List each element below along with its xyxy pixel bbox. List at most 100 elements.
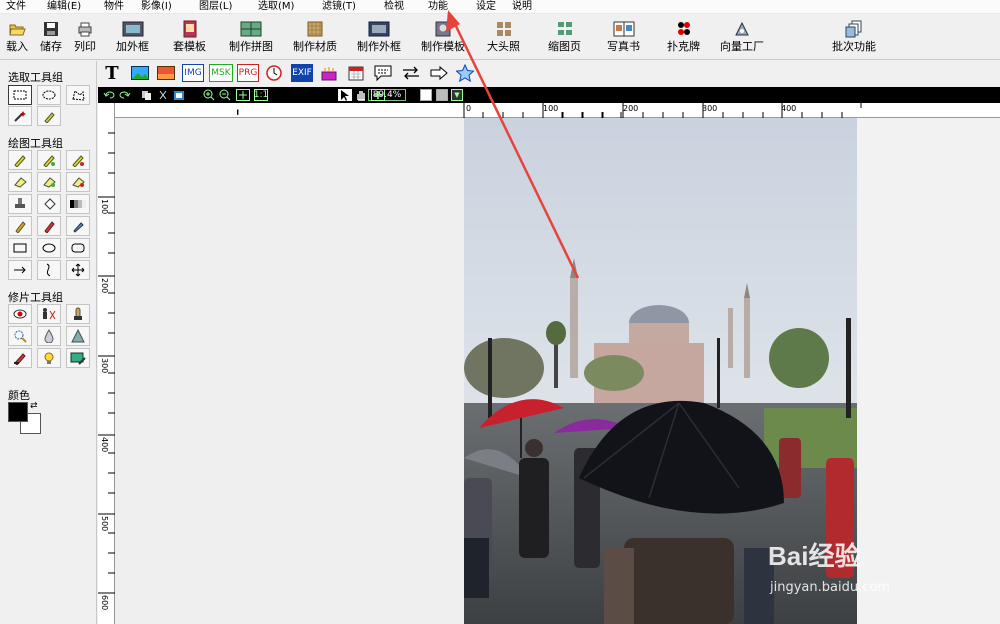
stamp-tool[interactable] [8,194,32,214]
menu-file[interactable]: 文件 [6,0,26,13]
blemish-tool[interactable] [8,326,32,346]
save-button[interactable]: 储存 [40,20,62,53]
redo-button[interactable] [118,89,132,101]
star-button[interactable] [455,64,477,82]
menu-edit[interactable]: 编辑(E) [47,0,81,13]
make-texture-button[interactable]: 制作材质 [293,20,337,53]
eraser-tool[interactable] [8,172,32,192]
fill-bucket-tool[interactable] [37,194,61,214]
pencil-tool[interactable] [8,216,32,236]
program-layer-button[interactable]: PRG [237,64,259,82]
background-dropdown-button[interactable]: ▼ [451,89,463,101]
ellipse-select-tool[interactable] [37,85,61,105]
background-eraser-icon [43,177,56,188]
image-canvas[interactable] [115,118,1000,624]
red-eye-tool[interactable] [8,304,32,324]
id-photo-button[interactable]: 大头照 [487,20,520,53]
cake-button[interactable] [318,64,340,82]
pointer-tool-button[interactable] [338,89,352,101]
move-tool[interactable] [66,260,90,280]
sharpen-triangle-icon [71,329,85,343]
add-frame-button[interactable]: 加外框 [116,20,149,53]
text-tool-button[interactable]: T [102,63,122,84]
eyedropper-tool[interactable] [66,216,90,236]
line-tool[interactable] [8,260,32,280]
blur-tool[interactable] [37,326,61,346]
rectangle-shape-tool[interactable] [8,238,32,258]
gray-background-button[interactable] [436,89,448,101]
actual-size-button[interactable]: 1:1 [254,89,268,101]
picture-brush-tool[interactable] [66,348,90,368]
watermark-url: jingyan.baidu.com [770,580,890,595]
brush-tool[interactable] [8,150,32,170]
menu-filter[interactable]: 滤镜(T) [322,0,356,13]
airbrush-tool[interactable] [37,150,61,170]
dodge-tool[interactable] [37,348,61,368]
apply-template-button[interactable]: 套模板 [173,20,206,53]
undo-button[interactable] [102,89,116,101]
crosshair-button[interactable] [371,89,385,101]
mask-layer-button[interactable]: MSK [209,64,233,82]
foreground-color-swatch[interactable] [8,402,28,422]
curve-tool[interactable] [37,260,61,280]
dropdown-arrow-icon: ▼ [454,91,460,99]
copy-button[interactable] [140,89,154,101]
selection-brush-tool[interactable] [37,106,61,126]
make-collage-button[interactable]: 制作拼图 [229,20,273,53]
color-eraser-tool[interactable] [66,172,90,192]
recolor-brush-tool[interactable] [8,348,32,368]
clock-button[interactable] [264,64,284,82]
make-template-button[interactable]: 制作模板 [421,20,465,53]
id-photo-icon [496,22,511,36]
color-brush-tool[interactable] [66,150,90,170]
rounded-rect-tool[interactable] [66,238,90,258]
print-button[interactable]: 列印 [74,20,96,53]
menu-settings[interactable]: 设定 [476,0,496,13]
calendar-button[interactable] [346,64,366,82]
red-pen-tool[interactable] [37,216,61,236]
zoom-in-button[interactable] [202,89,216,101]
sunset-image-button[interactable] [156,64,176,82]
load-button[interactable]: 载入 [6,20,28,53]
hand-icon [357,91,365,101]
hand-tool-button[interactable] [354,89,368,101]
clone-people-tool[interactable] [37,304,61,324]
menu-function[interactable]: 功能 [428,0,448,13]
background-eraser-tool[interactable] [37,172,61,192]
menu-layer[interactable]: 图层(L) [199,0,232,13]
lasso-select-tool[interactable] [66,85,90,105]
menu-select[interactable]: 选取(M) [258,0,294,13]
image-insert-button[interactable] [130,64,150,82]
brush-icon [14,155,26,167]
menu-object[interactable]: 物件 [104,0,124,13]
smudge-tool[interactable] [66,304,90,324]
cut-button[interactable] [156,89,170,101]
menu-image[interactable]: 影像(I) [141,0,172,13]
sharpen-tool[interactable] [66,326,90,346]
ellipse-shape-tool[interactable] [37,238,61,258]
thumbnail-page-button[interactable]: 缩图页 [548,20,581,53]
zoom-out-button[interactable] [218,89,232,101]
arrow-shape-button[interactable] [428,64,450,82]
photo-book-button[interactable]: 写真书 [607,20,640,53]
batch-button[interactable]: 批次功能 [832,20,876,53]
gradient-tool[interactable] [66,194,90,214]
magic-wand-tool[interactable] [8,106,32,126]
ruler-left-tick: 600 [100,595,109,611]
white-background-button[interactable] [420,89,432,101]
menu-view[interactable]: 检视 [384,0,404,13]
img-layer-button[interactable]: IMG [182,64,204,82]
rect-select-tool[interactable] [8,85,32,105]
speech-bubble-button[interactable] [372,64,394,82]
paste-button[interactable] [172,89,186,101]
double-arrow-button[interactable] [400,64,422,82]
playing-cards-button[interactable]: 扑克牌 [667,20,700,53]
make-frame-button[interactable]: 制作外框 [357,20,401,53]
exif-button[interactable]: EXIF [291,64,313,82]
menu-help[interactable]: 说明 [512,0,532,13]
ruler-left-tick: 100 [100,199,109,215]
swap-colors-icon[interactable]: ⇄ [30,401,38,411]
vector-factory-button[interactable]: 向量工厂 [720,20,764,53]
undo-icon [103,91,115,99]
fit-window-button[interactable] [236,89,250,101]
